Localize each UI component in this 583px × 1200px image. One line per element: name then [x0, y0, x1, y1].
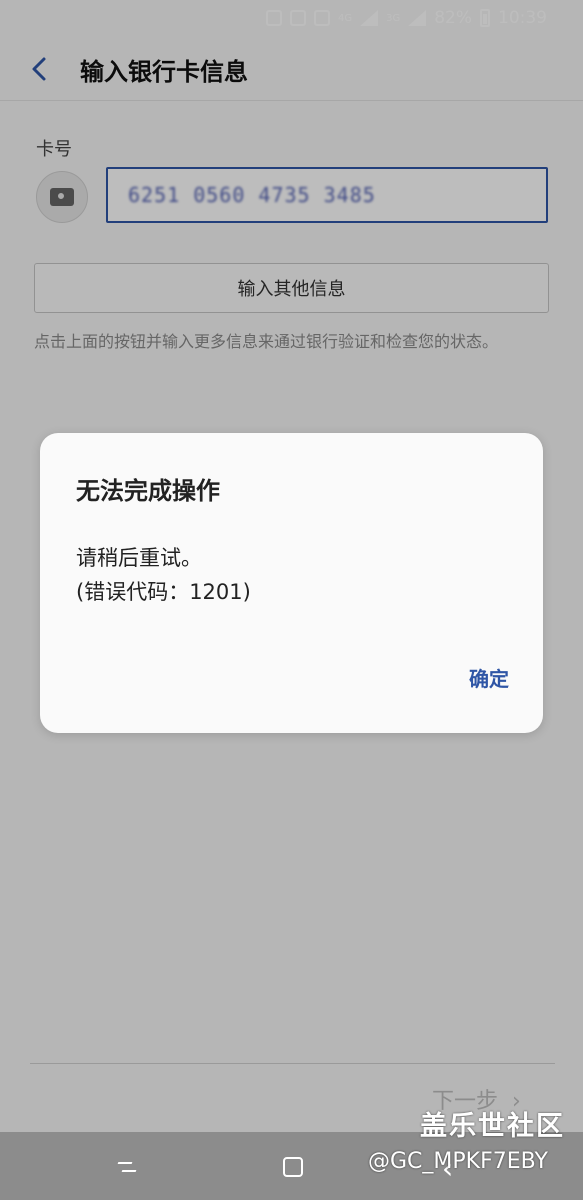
recent-apps-button[interactable]	[117, 1158, 140, 1176]
screen: 4G 3G 82% 10:39 输入银行卡信息 卡号 6251 0560 473…	[0, 0, 583, 1200]
watermark-user: @GC_MPKF7EBY	[368, 1149, 548, 1174]
dialog-title: 无法完成操作	[76, 477, 220, 505]
confirm-button[interactable]: 确定	[469, 663, 509, 692]
dialog-message-line: 请稍后重试。	[76, 546, 202, 570]
watermark-brand: 盖乐世社区	[420, 1111, 565, 1142]
dialog-message: 请稍后重试。 (错误代码：1201)	[76, 541, 251, 609]
error-dialog: 无法完成操作 请稍后重试。 (错误代码：1201) 确定	[40, 433, 543, 733]
dialog-error-code: (错误代码：1201)	[76, 580, 251, 604]
home-button[interactable]	[283, 1157, 303, 1177]
